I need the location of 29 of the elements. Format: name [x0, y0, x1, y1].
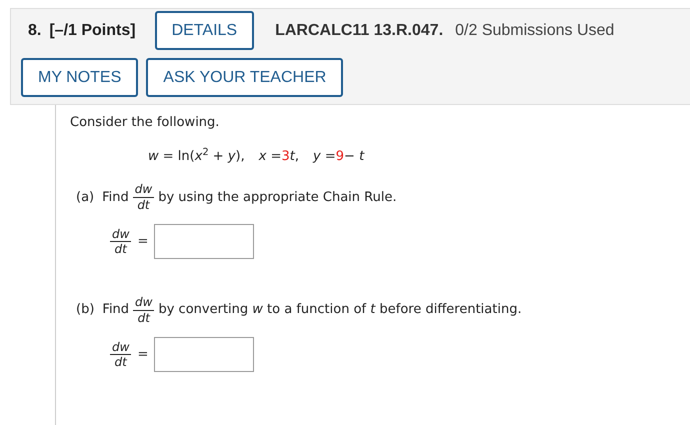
equals-sign: = [137, 346, 148, 364]
instruction-text: by converting w to a function of t before differentiating. [158, 301, 522, 320]
details-button[interactable]: DETAILS [154, 11, 254, 50]
answer-field[interactable] [154, 336, 254, 372]
equation-term: 3 [281, 148, 290, 166]
part-label: (b) [76, 301, 94, 320]
equation-term: − t [344, 148, 364, 166]
problem-code: LARCALC11 13.R.047. [275, 20, 444, 41]
fraction: dw dt [110, 226, 132, 257]
question-number: 8. [28, 20, 42, 41]
instruction-text: by using the appropriate Chain Rule. [158, 188, 397, 207]
equation-term: y = [313, 148, 336, 166]
fraction: dw dt [132, 182, 154, 212]
fraction: dw dt [110, 340, 132, 370]
equation-term: t, [290, 148, 300, 166]
equation-term: x = [258, 148, 282, 166]
equation-term: 9 [336, 148, 344, 166]
find-label: Find [102, 301, 130, 320]
find-label: Find [102, 188, 129, 207]
answer-field[interactable] [154, 224, 254, 260]
equation-term: w = ln(x$^{2}$ + y), [148, 146, 245, 166]
ask-teacher-button[interactable]: ASK YOUR TEACHER [146, 58, 344, 98]
part-label: (a) [76, 188, 94, 207]
fraction: dw dt [133, 295, 154, 325]
submissions-count: 0/2 Submissions Used [455, 20, 614, 41]
equals-sign: = [137, 232, 148, 251]
points-label: [–/1 Points] [49, 20, 136, 41]
intro-text: Consider the following. [70, 114, 220, 132]
my-notes-button[interactable]: MY NOTES [21, 58, 138, 98]
